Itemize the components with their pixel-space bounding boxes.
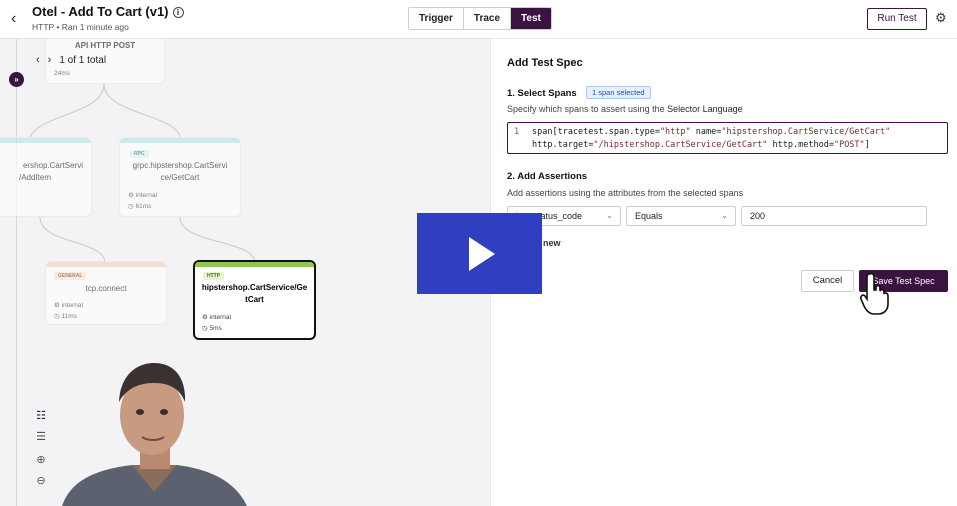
selector-language-link[interactable]: Selector Language bbox=[667, 104, 743, 114]
trace-node-add-item[interactable]: ershop.CartServi /AddItem bbox=[0, 137, 92, 217]
clock-icon: ◷ bbox=[54, 313, 60, 320]
hand-cursor-icon bbox=[860, 272, 889, 315]
node-duration-text: 11ms bbox=[61, 313, 77, 320]
select-spans-desc-text: Specify which spans to assert using the bbox=[507, 104, 668, 114]
code-line-1: 1 span[tracetest.span.type="http" name="h… bbox=[514, 127, 890, 137]
canvas-tools: ☷ ☰ ⊕ ⊖ bbox=[33, 409, 49, 495]
node-name-line1: grpc.hipstershop.CartServi bbox=[132, 161, 228, 170]
expected-value-input[interactable]: 200 bbox=[741, 206, 927, 226]
back-button[interactable]: ‹ bbox=[11, 10, 16, 28]
app-window: ‹ Otel - Add To Cart (v1) i HTTP • Ran 1 … bbox=[0, 0, 957, 506]
clock-icon: ◷ bbox=[202, 325, 208, 332]
select-spans-heading: 1. Select Spans bbox=[507, 88, 577, 99]
node-name: ershop.CartServi /AddItem bbox=[0, 160, 91, 184]
node-kind: ⚙ internal bbox=[128, 191, 157, 199]
node-name-line1: ershop.CartServi bbox=[22, 161, 83, 170]
page-title: Otel - Add To Cart (v1) i bbox=[32, 4, 184, 19]
node-kind: ⚙ internal bbox=[54, 301, 83, 309]
line-number: 1 bbox=[514, 127, 520, 137]
node-duration: ◷ 11ms bbox=[54, 312, 77, 320]
tab-trigger[interactable]: Trigger bbox=[409, 8, 463, 29]
trace-node-get-cart-rpc[interactable]: RPC grpc.hipstershop.CartServi ce/GetCar… bbox=[119, 137, 241, 217]
prev-icon[interactable]: ‹ bbox=[36, 54, 40, 66]
zoom-out-icon[interactable]: ⊖ bbox=[33, 474, 49, 487]
info-icon[interactable]: i bbox=[172, 7, 184, 18]
node-badge: GENERAL bbox=[54, 272, 87, 280]
selector-editor[interactable]: 1 span[tracetest.span.type="http" name="h… bbox=[507, 122, 948, 154]
code-token: span[tracetest.span.type= bbox=[532, 127, 660, 137]
clock-icon: ◷ bbox=[128, 203, 134, 210]
node-duration: ◷ 5ms bbox=[202, 324, 222, 332]
chevron-down-icon: ⌄ bbox=[721, 211, 728, 220]
pager-text: 1 of 1 total bbox=[59, 55, 107, 66]
code-token: http.method= bbox=[767, 140, 834, 150]
video-play-button[interactable] bbox=[417, 213, 542, 294]
span-count-badge: 1 span selected bbox=[586, 86, 651, 99]
node-name-line2: ce/GetCart bbox=[160, 173, 200, 182]
node-name-line2: tCart bbox=[245, 295, 264, 304]
node-duration-text: 5ms bbox=[209, 325, 222, 332]
node-kind: ⚙ internal bbox=[202, 313, 231, 321]
node-name-line1: hipstershop.CartService/Ge bbox=[201, 283, 308, 292]
cpu-icon: ⚙ bbox=[202, 314, 208, 321]
node-duration-text: 61ms bbox=[135, 203, 152, 210]
node-name: tcp.connect bbox=[85, 284, 127, 293]
tree-view-icon[interactable]: ☷ bbox=[33, 409, 49, 422]
code-token: name= bbox=[690, 127, 722, 137]
node-badge: RPC bbox=[130, 150, 149, 158]
collapse-panel-button[interactable]: » bbox=[9, 72, 24, 87]
test-title-text: Otel - Add To Cart (v1) bbox=[32, 4, 169, 19]
node-kind-text: internal bbox=[135, 192, 157, 199]
gear-icon[interactable]: ⚙ bbox=[935, 10, 947, 26]
node-name-line2: /AddItem bbox=[19, 173, 52, 182]
expected-value: 200 bbox=[750, 211, 766, 221]
node-kind-text: internal bbox=[209, 314, 231, 321]
node-duration: 24ms bbox=[54, 70, 70, 77]
trace-node-get-cart-http[interactable]: HTTP hipstershop.CartService/Ge tCart ⚙ … bbox=[193, 260, 316, 340]
panel-title: Add Test Spec bbox=[507, 57, 583, 69]
chevron-down-icon: ⌄ bbox=[606, 211, 613, 220]
add-assertions-heading: 2. Add Assertions bbox=[507, 171, 588, 182]
node-kind-text: internal bbox=[61, 302, 83, 309]
tab-trace[interactable]: Trace bbox=[462, 8, 511, 29]
code-token: ] bbox=[864, 140, 870, 150]
select-spans-desc: Specify which spans to assert using the … bbox=[507, 104, 743, 114]
play-icon bbox=[469, 237, 495, 271]
trace-node-tcp-connect[interactable]: GENERAL tcp.connect ⚙ internal ◷ 11ms bbox=[45, 261, 167, 325]
node-name: hipstershop.CartService/Ge tCart bbox=[195, 282, 314, 306]
code-token: "/hipstershop.CartService/GetCart" bbox=[593, 140, 768, 150]
span-pager: ‹ › 1 of 1 total bbox=[36, 54, 106, 66]
node-badge: HTTP bbox=[203, 272, 225, 280]
node-type-bar bbox=[195, 262, 314, 267]
code-token: "http" bbox=[659, 127, 691, 137]
node-type-bar bbox=[0, 138, 91, 143]
cancel-button[interactable]: Cancel bbox=[801, 270, 854, 292]
list-view-icon[interactable]: ☰ bbox=[33, 430, 49, 443]
next-icon[interactable]: › bbox=[48, 54, 52, 66]
operator-value: Equals bbox=[635, 211, 663, 221]
cpu-icon: ⚙ bbox=[128, 192, 134, 199]
node-type-bar bbox=[46, 262, 166, 267]
operator-select[interactable]: Equals ⌄ bbox=[626, 206, 736, 226]
code-token: "hipstershop.CartService/GetCart" bbox=[721, 127, 891, 137]
node-name: grpc.hipstershop.CartServi ce/GetCart bbox=[120, 160, 240, 184]
top-header: ‹ Otel - Add To Cart (v1) i HTTP • Ran 1 … bbox=[0, 0, 957, 39]
mode-tabs: Trigger Trace Test bbox=[408, 7, 552, 30]
add-assertions-desc: Add assertions using the attributes from… bbox=[507, 188, 744, 198]
code-line-2: http.target="/hipstershop.CartService/Ge… bbox=[514, 140, 870, 150]
cpu-icon: ⚙ bbox=[54, 302, 60, 309]
code-token: "POST" bbox=[833, 140, 865, 150]
webcam-presenter bbox=[62, 363, 247, 506]
node-duration: ◷ 61ms bbox=[128, 202, 151, 210]
node-type-bar bbox=[120, 138, 240, 143]
tab-test[interactable]: Test bbox=[510, 8, 551, 29]
node-name: API HTTP POST bbox=[74, 41, 136, 50]
zoom-in-icon[interactable]: ⊕ bbox=[33, 453, 49, 466]
run-test-button[interactable]: Run Test bbox=[867, 8, 927, 30]
run-subtitle: HTTP • Ran 1 minute ago bbox=[32, 22, 129, 32]
code-token: http.target= bbox=[532, 140, 594, 150]
